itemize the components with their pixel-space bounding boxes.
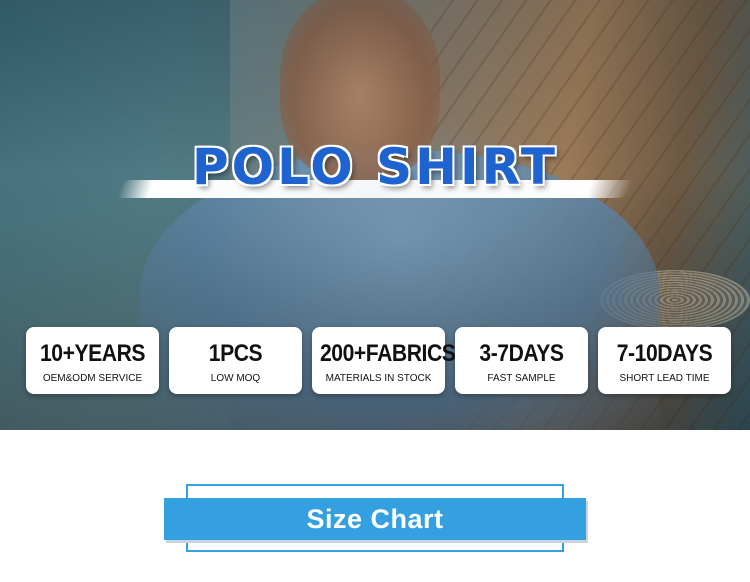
stat-caption: SHORT LEAD TIME: [619, 373, 710, 384]
stat-caption: OEM&ODM SERVICE: [42, 373, 143, 384]
stat-value: 10+YEARS: [39, 340, 146, 367]
heading-band: Size Chart: [164, 498, 586, 540]
stat-value: 7-10DAYS: [616, 340, 713, 367]
stat-caption: LOW MOQ: [210, 373, 261, 384]
heading-frame-bottom: [186, 538, 564, 552]
stat-card-fabrics: 200+FABRICS MATERIALS IN STOCK: [312, 327, 456, 394]
heading-frame-top: [186, 484, 564, 498]
hero-title-block: POLO SHIRT: [117, 136, 640, 216]
hero-banner: POLO SHIRT 10+YEARS OEM&ODM SERVICE 1PCS…: [0, 0, 750, 430]
stat-value: 1PCS: [208, 340, 263, 367]
stat-card-moq: 1PCS LOW MOQ: [169, 327, 302, 394]
stat-value: 3-7DAYS: [479, 340, 564, 367]
size-chart-heading: Size Chart: [164, 484, 586, 566]
hero-title: POLO SHIRT: [192, 138, 558, 196]
stat-caption: FAST SAMPLE: [487, 373, 556, 384]
section-title: Size Chart: [306, 504, 444, 534]
stat-card-years: 10+YEARS OEM&ODM SERVICE: [26, 327, 159, 394]
stat-card-lead-time: 7-10DAYS SHORT LEAD TIME: [598, 327, 731, 394]
stat-value: 200+FABRICS: [319, 340, 456, 367]
stat-card-sample: 3-7DAYS FAST SAMPLE: [455, 327, 588, 394]
stat-caption: MATERIALS IN STOCK: [325, 373, 432, 384]
